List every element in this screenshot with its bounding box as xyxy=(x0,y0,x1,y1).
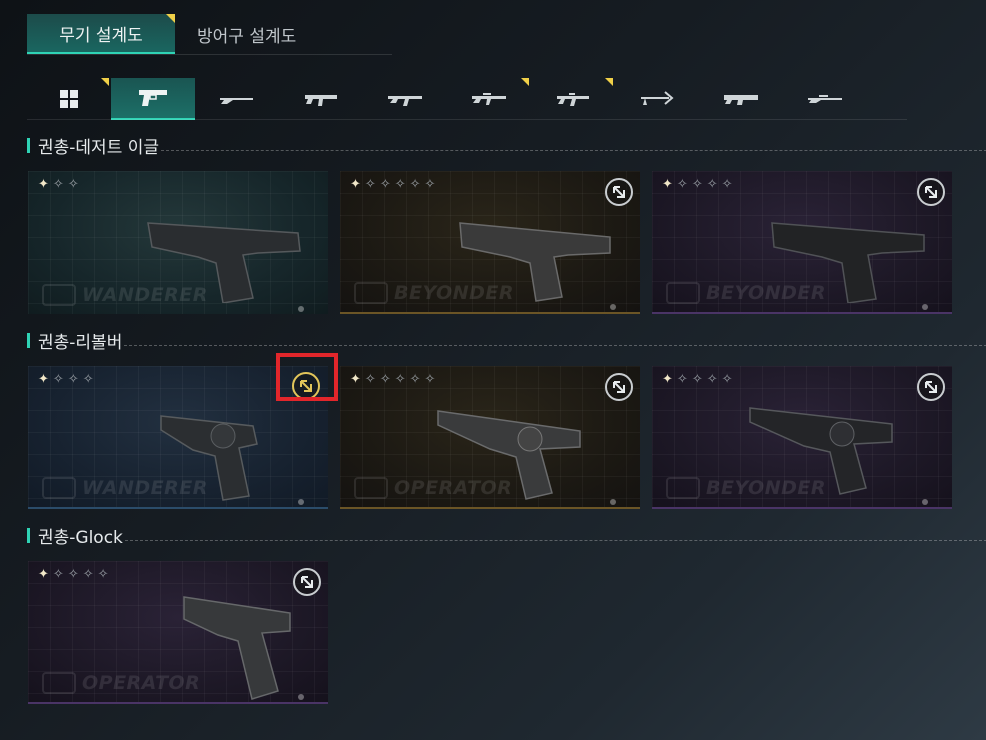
crossbow-icon xyxy=(639,90,675,108)
card-dot xyxy=(298,694,304,700)
star-rating: ✦ ✧ ✧ ✧ ✧ xyxy=(662,177,733,192)
section-title: 권총-Glock xyxy=(38,527,123,548)
category-pistol[interactable] xyxy=(111,78,195,120)
tab-label: 무기 설계도 xyxy=(59,25,143,46)
blueprint-card[interactable]: ✦ ✧ ✧ ✧ ✧ BEYONDER xyxy=(652,171,952,314)
new-flag-icon xyxy=(605,78,613,86)
new-flag-icon xyxy=(166,14,175,23)
card-dot xyxy=(610,499,616,505)
star-rating: ✦ ✧ ✧ ✧ ✧ ✧ xyxy=(350,372,436,387)
blueprint-card[interactable]: ✦ ✧ ✧ ✧ ✧ ✧ OPERATOR xyxy=(340,366,640,509)
star-rating: ✦ ✧ ✧ ✧ ✧ ✧ xyxy=(350,177,436,192)
card-dot xyxy=(922,304,928,310)
category-assault-rifle[interactable] xyxy=(363,78,447,120)
blueprint-card[interactable]: ✦ ✧ ✧ ✧ ✧ ✧ BEYONDER xyxy=(340,171,640,314)
star-rating: ✦ ✧ ✧ xyxy=(38,177,79,192)
shotgun-icon xyxy=(219,92,255,106)
tabs-divider xyxy=(27,54,392,55)
card-dot xyxy=(922,499,928,505)
brand-watermark: OPERATOR xyxy=(354,477,512,499)
card-dot xyxy=(298,306,304,312)
section-header-revolver: 권총-리볼버 xyxy=(27,329,986,353)
section-divider xyxy=(124,539,986,541)
section-header-desert-eagle: 권총-데저트 이글 xyxy=(27,134,986,158)
weapon-category-bar xyxy=(27,78,907,120)
section-accent-bar xyxy=(27,137,30,153)
category-sniper-rifle[interactable] xyxy=(783,78,867,120)
sniper-rifle-icon xyxy=(807,92,843,106)
brand-watermark: BEYONDER xyxy=(354,282,514,304)
rifle-icon xyxy=(471,90,507,108)
category-crossbow[interactable] xyxy=(615,78,699,120)
section-header-glock: 권총-Glock xyxy=(27,524,986,548)
expand-icon xyxy=(300,575,314,589)
category-divider xyxy=(27,119,907,120)
blueprint-card[interactable]: ✦ ✧ ✧ ✧ ✧ BEYONDER xyxy=(652,366,952,509)
assault-rifle-icon xyxy=(387,90,423,108)
smg-icon xyxy=(303,90,339,108)
star-rating: ✦ ✧ ✧ ✧ xyxy=(38,372,94,387)
star-rating: ✦ ✧ ✧ ✧ ✧ xyxy=(38,567,109,582)
expand-icon xyxy=(612,380,626,394)
brand-watermark: WANDERER xyxy=(42,477,208,499)
category-shotgun[interactable] xyxy=(195,78,279,120)
new-flag-icon xyxy=(521,78,529,86)
blueprint-card[interactable]: ✦ ✧ ✧ ✧ ✧ OPERATOR xyxy=(28,561,328,704)
machine-gun-icon xyxy=(723,90,759,108)
category-smg[interactable] xyxy=(279,78,363,120)
section-title: 권총-리볼버 xyxy=(38,332,123,353)
carbine-icon xyxy=(555,90,591,108)
selection-highlight xyxy=(276,353,338,401)
star-rating: ✦ ✧ ✧ ✧ ✧ xyxy=(662,372,733,387)
blueprint-tabs: 무기 설계도 방어구 설계도 xyxy=(27,14,318,54)
blueprint-card[interactable]: ✦ ✧ ✧ WANDERER xyxy=(28,171,328,314)
section-accent-bar xyxy=(27,527,30,543)
card-dot xyxy=(298,499,304,505)
category-carbine[interactable] xyxy=(531,78,615,120)
brand-watermark: WANDERER xyxy=(42,284,208,306)
expand-icon xyxy=(924,380,938,394)
brand-watermark: BEYONDER xyxy=(666,282,826,304)
pistol-icon xyxy=(136,87,170,109)
tab-weapon-blueprint[interactable]: 무기 설계도 xyxy=(27,14,175,54)
grid-icon xyxy=(59,89,79,109)
category-machine-gun[interactable] xyxy=(699,78,783,120)
category-rifle[interactable] xyxy=(447,78,531,120)
section-divider xyxy=(161,149,986,151)
brand-watermark: BEYONDER xyxy=(666,477,826,499)
card-dot xyxy=(610,304,616,310)
tab-label: 방어구 설계도 xyxy=(197,26,297,47)
category-all[interactable] xyxy=(27,78,111,120)
section-title: 권총-데저트 이글 xyxy=(38,137,160,158)
section-accent-bar xyxy=(27,332,30,348)
section-divider xyxy=(124,344,986,346)
tab-armor-blueprint[interactable]: 방어구 설계도 xyxy=(175,14,318,54)
new-flag-icon xyxy=(101,78,109,86)
brand-watermark: OPERATOR xyxy=(42,672,200,694)
